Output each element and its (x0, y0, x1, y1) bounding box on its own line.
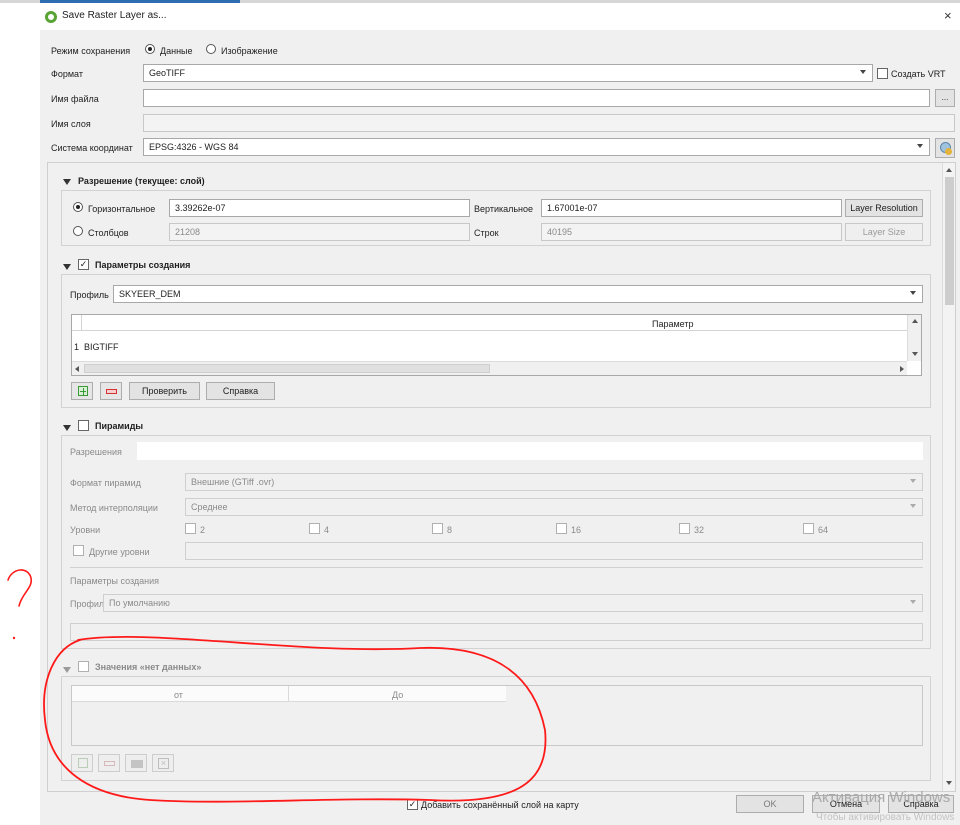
red-annotation-overlay (7, 569, 547, 803)
annotation-circle (43, 636, 547, 803)
annotation-question-dot (12, 636, 16, 640)
annotation-question-hook (7, 569, 32, 607)
